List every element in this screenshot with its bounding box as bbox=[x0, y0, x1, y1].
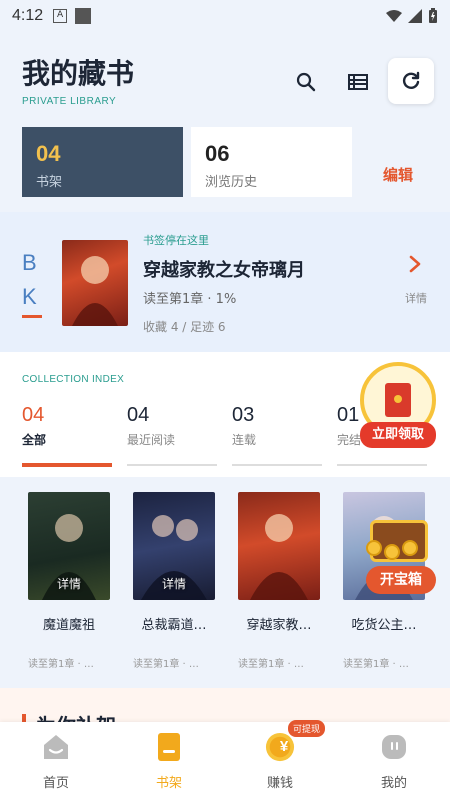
tab-recent-label: 最近阅读 bbox=[127, 433, 176, 447]
coin-icon bbox=[402, 540, 418, 556]
search-icon bbox=[296, 72, 316, 92]
bookmark-letter-b: B bbox=[22, 250, 37, 275]
bottom-tab-bar: 首页 书架 赚钱 可提现 ¥ 我的 bbox=[0, 720, 450, 800]
tab-serial-label: 连载 bbox=[232, 433, 257, 447]
battery-icon bbox=[429, 8, 437, 23]
bookmark-letter-k: K bbox=[22, 284, 37, 309]
edit-button[interactable]: 编辑 bbox=[383, 164, 413, 185]
tab-recent[interactable]: 04 最近阅读 bbox=[127, 404, 217, 466]
list-icon bbox=[348, 74, 368, 90]
tab-serial-indicator bbox=[232, 464, 322, 466]
bookshelf-icon bbox=[154, 732, 184, 762]
refresh-icon bbox=[402, 71, 420, 89]
segment-history-label: 浏览历史 bbox=[205, 175, 258, 190]
profile-icon bbox=[379, 732, 409, 762]
book-title: 吃货公主… bbox=[351, 618, 417, 633]
tab-finished-indicator bbox=[337, 464, 427, 466]
tab-all-indicator bbox=[22, 463, 112, 467]
bookmark-card[interactable]: B K 书签停在这里 穿越家教之女帝璃月 读至第1章 · 1% 收藏 4 / 足… bbox=[0, 212, 450, 352]
book-cover[interactable]: 详情 bbox=[28, 492, 110, 600]
nav-profile-label: 我的 bbox=[380, 776, 407, 791]
chevron-right-icon[interactable] bbox=[408, 254, 422, 280]
home-icon bbox=[41, 732, 71, 762]
coin-icon bbox=[384, 544, 400, 560]
tab-recent-indicator bbox=[127, 464, 217, 466]
book-progress: 读至第1章 · … bbox=[343, 659, 409, 670]
claim-reward-button[interactable]: 立即领取 bbox=[360, 362, 438, 452]
red-envelope-icon bbox=[385, 383, 411, 417]
segment-bookshelf[interactable]: 04 书架 bbox=[22, 127, 183, 197]
nav-bookshelf[interactable]: 书架 bbox=[129, 732, 209, 791]
status-bar: 4:12 A bbox=[0, 0, 450, 32]
page-subtitle: PRIVATE LIBRARY bbox=[22, 96, 117, 107]
tab-all-count: 04 bbox=[22, 404, 45, 426]
nav-earn-label: 赚钱 bbox=[266, 776, 293, 791]
nav-home[interactable]: 首页 bbox=[16, 732, 96, 791]
withdraw-badge: 可提现 bbox=[288, 720, 326, 737]
yuan-symbol: ¥ bbox=[279, 738, 289, 755]
nav-profile[interactable]: 我的 bbox=[354, 732, 434, 791]
book-item[interactable]: 穿越家教… 读至第1章 · … bbox=[238, 492, 320, 670]
bookmark-stats: 收藏 4 / 足迹 6 bbox=[143, 320, 226, 334]
tab-serial-count: 03 bbox=[232, 404, 255, 426]
cover-figure-icon bbox=[72, 256, 118, 326]
book-detail-badge: 详情 bbox=[56, 577, 81, 591]
book-progress: 读至第1章 · … bbox=[28, 659, 94, 670]
segment-bookshelf-count: 04 bbox=[36, 141, 61, 166]
tab-recent-count: 04 bbox=[127, 404, 150, 426]
treasure-chest-label: 开宝箱 bbox=[366, 566, 436, 594]
list-view-button[interactable] bbox=[338, 62, 378, 102]
bookmark-book-cover[interactable] bbox=[62, 240, 128, 326]
book-item[interactable]: 详情 魔道魔祖 读至第1章 · … bbox=[28, 492, 110, 670]
treasure-chest-button[interactable]: 开宝箱 bbox=[362, 510, 438, 600]
cover-figure-icon bbox=[250, 514, 308, 600]
bookmark-detail-link[interactable]: 详情 bbox=[405, 290, 427, 306]
book-title: 穿越家教… bbox=[246, 618, 312, 633]
header: 我的藏书 PRIVATE LIBRARY bbox=[0, 32, 450, 122]
bookmark-title[interactable]: 穿越家教之女帝璃月 bbox=[143, 256, 305, 282]
coin-icon bbox=[366, 540, 382, 556]
book-detail-badge: 详情 bbox=[161, 577, 186, 591]
book-cover[interactable] bbox=[238, 492, 320, 600]
segment-bookshelf-label: 书架 bbox=[36, 175, 63, 190]
bookmark-divider bbox=[22, 315, 42, 318]
book-progress: 读至第1章 · … bbox=[133, 659, 199, 670]
book-progress: 读至第1章 · … bbox=[238, 659, 304, 670]
page-title: 我的藏书 bbox=[22, 57, 135, 90]
notification-icon bbox=[75, 8, 92, 24]
book-title: 魔道魔祖 bbox=[42, 618, 95, 633]
book-title: 总裁霸道… bbox=[141, 618, 207, 633]
signal-icon bbox=[408, 9, 422, 23]
nav-bookshelf-label: 书架 bbox=[155, 776, 182, 791]
tab-all[interactable]: 04 全部 bbox=[22, 404, 112, 467]
wifi-icon bbox=[386, 10, 402, 22]
status-time: 4:12 bbox=[12, 7, 44, 24]
collection-label: COLLECTION INDEX bbox=[22, 374, 125, 385]
app-notification-icon: A bbox=[53, 9, 68, 23]
search-button[interactable] bbox=[286, 62, 326, 102]
claim-reward-label: 立即领取 bbox=[360, 422, 436, 448]
tab-serial[interactable]: 03 连载 bbox=[232, 404, 322, 466]
bookmark-progress: 读至第1章 · 1% bbox=[143, 292, 237, 307]
nav-home-label: 首页 bbox=[42, 776, 69, 791]
tab-all-label: 全部 bbox=[22, 433, 47, 447]
segment-history[interactable]: 06 浏览历史 bbox=[191, 127, 352, 197]
refresh-button[interactable] bbox=[388, 58, 434, 104]
book-item[interactable]: 详情 总裁霸道… 读至第1章 · … bbox=[133, 492, 215, 670]
book-cover[interactable]: 详情 bbox=[133, 492, 215, 600]
bookmark-tag: 书签停在这里 bbox=[143, 234, 209, 247]
segment-history-count: 06 bbox=[205, 141, 230, 166]
